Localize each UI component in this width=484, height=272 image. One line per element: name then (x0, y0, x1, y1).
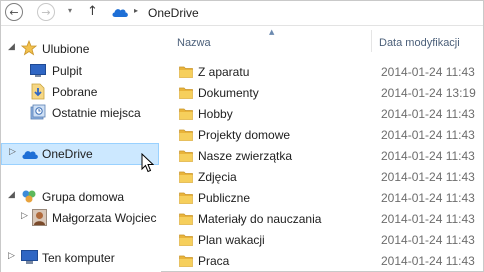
file-name: Dokumenty (198, 86, 259, 100)
sort-ascending-icon: ▲ (269, 28, 275, 36)
forward-arrow-icon: → (41, 5, 51, 19)
file-name: Plan wakacji (198, 233, 265, 247)
sidebar-item-label: Pulpit (52, 64, 83, 78)
file-date-modified: 2014-01-24 11:43 (381, 254, 475, 268)
sidebar-item-downloads[interactable]: Pobrane (1, 82, 159, 102)
file-row[interactable]: Plan wakacji 2014-01-24 11:43 (173, 230, 481, 251)
computer-icon (21, 250, 38, 265)
sidebar-item-label: Ostatnie miejsca (52, 106, 141, 120)
collapse-caret-icon[interactable]: ◢ (8, 190, 15, 200)
back-arrow-icon: ← (9, 5, 19, 19)
downloads-icon (31, 83, 45, 100)
sidebar-item-homegroup-user[interactable]: ▷ Małgorzata Wojciec (1, 208, 159, 228)
column-header-date-modified[interactable]: Data modyfikacji (379, 37, 460, 49)
folder-icon (179, 191, 193, 207)
file-date-modified: 2014-01-24 11:43 (381, 128, 475, 142)
folder-icon (179, 149, 193, 165)
file-date-modified: 2014-01-24 13:19 (381, 86, 476, 100)
column-header-name[interactable]: Nazwa (177, 37, 211, 49)
folder-icon (179, 233, 193, 249)
recent-places-icon (30, 104, 46, 120)
user-avatar-icon (32, 209, 47, 226)
column-divider[interactable] (371, 30, 372, 52)
folder-icon (179, 254, 193, 270)
homegroup-icon (21, 188, 37, 204)
onedrive-cloud-icon (21, 149, 39, 160)
sidebar-item-label: Ten komputer (42, 251, 115, 265)
file-row[interactable]: Hobby 2014-01-24 11:43 (173, 104, 481, 125)
sidebar-item-this-pc[interactable]: ▷ Ten komputer (1, 248, 159, 268)
file-name: Z aparatu (198, 65, 250, 79)
file-date-modified: 2014-01-24 11:43 (381, 149, 475, 163)
file-date-modified: 2014-01-24 11:43 (381, 212, 475, 226)
file-name: Praca (198, 254, 230, 268)
onedrive-cloud-icon (111, 7, 129, 21)
file-date-modified: 2014-01-24 11:43 (381, 65, 475, 79)
file-row[interactable]: Projekty domowe 2014-01-24 11:43 (173, 125, 481, 146)
sidebar-item-desktop[interactable]: Pulpit (1, 61, 159, 81)
sidebar-item-recent-places[interactable]: Ostatnie miejsca (1, 103, 159, 123)
file-date-modified: 2014-01-24 11:43 (381, 107, 475, 121)
desktop-icon (30, 64, 46, 78)
folder-icon (179, 86, 193, 102)
sidebar-item-homegroup[interactable]: ◢ Grupa domowa (1, 187, 159, 207)
folder-icon (179, 128, 193, 144)
sidebar-item-label: Pobrane (52, 85, 98, 99)
file-row[interactable]: Publiczne 2014-01-24 11:43 (173, 188, 481, 209)
collapse-caret-icon[interactable]: ◢ (8, 42, 15, 52)
sidebar-item-label: OneDrive (42, 147, 93, 161)
star-icon (21, 40, 37, 56)
sidebar-item-label: Małgorzata Wojciec (52, 211, 157, 225)
sidebar-item-label: Ulubione (42, 42, 90, 56)
folder-icon (179, 107, 193, 123)
expand-caret-icon[interactable]: ▷ (8, 251, 15, 261)
file-row[interactable]: Dokumenty 2014-01-24 13:19 (173, 83, 481, 104)
file-row[interactable]: Nasze zwierzątka 2014-01-24 11:43 (173, 146, 481, 167)
file-date-modified: 2014-01-24 11:43 (381, 170, 475, 184)
expand-caret-icon[interactable]: ▷ (9, 147, 16, 157)
up-button[interactable]: ↑ (87, 4, 98, 19)
folder-icon (179, 65, 193, 81)
file-row[interactable]: Praca 2014-01-24 11:43 (173, 251, 481, 272)
file-row[interactable]: Z aparatu 2014-01-24 11:43 (173, 62, 481, 83)
file-row[interactable]: Materiały do nauczania 2014-01-24 11:43 (173, 209, 481, 230)
folder-icon (179, 212, 193, 228)
sidebar-item-label: Grupa domowa (42, 190, 125, 204)
column-header-row: ▲ Nazwa Data modyfikacji (171, 26, 483, 52)
folder-icon (179, 170, 193, 186)
mouse-cursor-icon (141, 152, 155, 176)
file-name: Materiały do nauczania (198, 212, 322, 226)
file-row[interactable]: Zdjęcia 2014-01-24 11:43 (173, 167, 481, 188)
breadcrumb-separator-icon[interactable]: ▸ (134, 6, 138, 15)
recent-locations-button[interactable]: ▾ (68, 6, 72, 15)
forward-button[interactable]: → (37, 3, 55, 21)
file-date-modified: 2014-01-24 11:43 (381, 233, 475, 247)
file-name: Hobby (198, 107, 233, 121)
breadcrumb-onedrive[interactable]: OneDrive (148, 6, 199, 20)
explorer-window: ← → ▾ ↑ ▸ OneDrive ◢ Ulubione Pulpit Pob… (0, 0, 484, 272)
navigation-pane: ◢ Ulubione Pulpit Pobrane Ostatnie miejs… (1, 26, 161, 272)
expand-caret-icon[interactable]: ▷ (21, 211, 28, 221)
back-button[interactable]: ← (5, 3, 23, 21)
file-name: Publiczne (198, 191, 251, 205)
address-bar-row: ← → ▾ ↑ ▸ OneDrive (1, 1, 483, 26)
file-name: Nasze zwierzątka (198, 149, 293, 163)
sidebar-item-favorites[interactable]: ◢ Ulubione (1, 39, 159, 59)
file-name: Projekty domowe (198, 128, 291, 142)
sidebar-item-onedrive[interactable]: ▷ OneDrive (1, 143, 159, 165)
file-name: Zdjęcia (198, 170, 237, 184)
file-date-modified: 2014-01-24 11:43 (381, 191, 475, 205)
